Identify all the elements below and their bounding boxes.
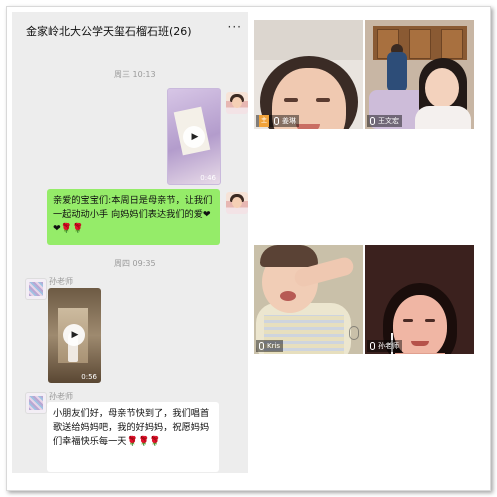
microphone-icon	[274, 117, 280, 125]
video-message[interactable]: ▶ 0:46	[167, 88, 221, 185]
participant-label: 孙老师	[367, 340, 402, 352]
participant-name: Kris	[267, 342, 281, 350]
participant-label: 主 姜琳	[256, 115, 300, 127]
video-tile[interactable]: 主 姜琳	[254, 20, 363, 129]
avatar[interactable]	[226, 92, 248, 114]
speaking-indicator-icon	[349, 326, 359, 340]
participant-name: 孙老师	[378, 342, 399, 350]
chat-title: 金家岭北大公学天玺石榴石班(26)	[26, 25, 192, 38]
message-timestamp: 周三 10:13	[114, 70, 156, 79]
group-chat-panel: 金家岭北大公学天玺石榴石班(26) ··· 周三 10:13 ▶ 0:46 亲爱…	[12, 12, 248, 473]
sender-name: 孙老师	[49, 392, 73, 401]
message-timestamp: 周四 09:35	[114, 259, 156, 268]
video-tile[interactable]: 王文宏	[365, 20, 474, 129]
avatar[interactable]	[25, 278, 47, 300]
video-tile[interactable]: Kris	[254, 245, 363, 354]
video-duration: 0:56	[81, 373, 97, 381]
microphone-icon	[259, 342, 264, 350]
avatar[interactable]	[25, 392, 47, 414]
participant-label: 王文宏	[367, 115, 402, 127]
video-message[interactable]: ▶ 0:56	[48, 288, 101, 383]
text-message[interactable]: 小朋友们好，母亲节快到了，我们唱首歌送给妈妈吧，我的好妈妈，祝愿妈妈们幸福快乐每…	[47, 402, 219, 472]
host-badge: 主	[259, 115, 270, 127]
sender-name: 孙老师	[49, 277, 73, 286]
participant-name: 姜琳	[282, 117, 297, 125]
avatar[interactable]	[226, 192, 248, 214]
play-icon[interactable]: ▶	[183, 126, 205, 148]
participant-name: 王文宏	[378, 117, 399, 125]
more-options-icon[interactable]: ···	[228, 20, 242, 34]
photo-collage: 金家岭北大公学天玺石榴石班(26) ··· 周三 10:13 ▶ 0:46 亲爱…	[6, 6, 491, 491]
text-message[interactable]: 亲爱的宝宝们:本周日是母亲节，让我们一起动动小手 向妈妈们表达我们的爱❤❤🌹🌹	[47, 189, 220, 245]
chat-header: 金家岭北大公学天玺石榴石班(26) ···	[12, 12, 248, 48]
video-tile[interactable]: 孙老师	[365, 245, 474, 354]
microphone-icon	[370, 117, 375, 125]
microphone-icon	[370, 342, 375, 350]
participant-label: Kris	[256, 340, 284, 352]
play-icon[interactable]: ▶	[63, 324, 85, 346]
video-duration: 0:46	[200, 174, 216, 182]
